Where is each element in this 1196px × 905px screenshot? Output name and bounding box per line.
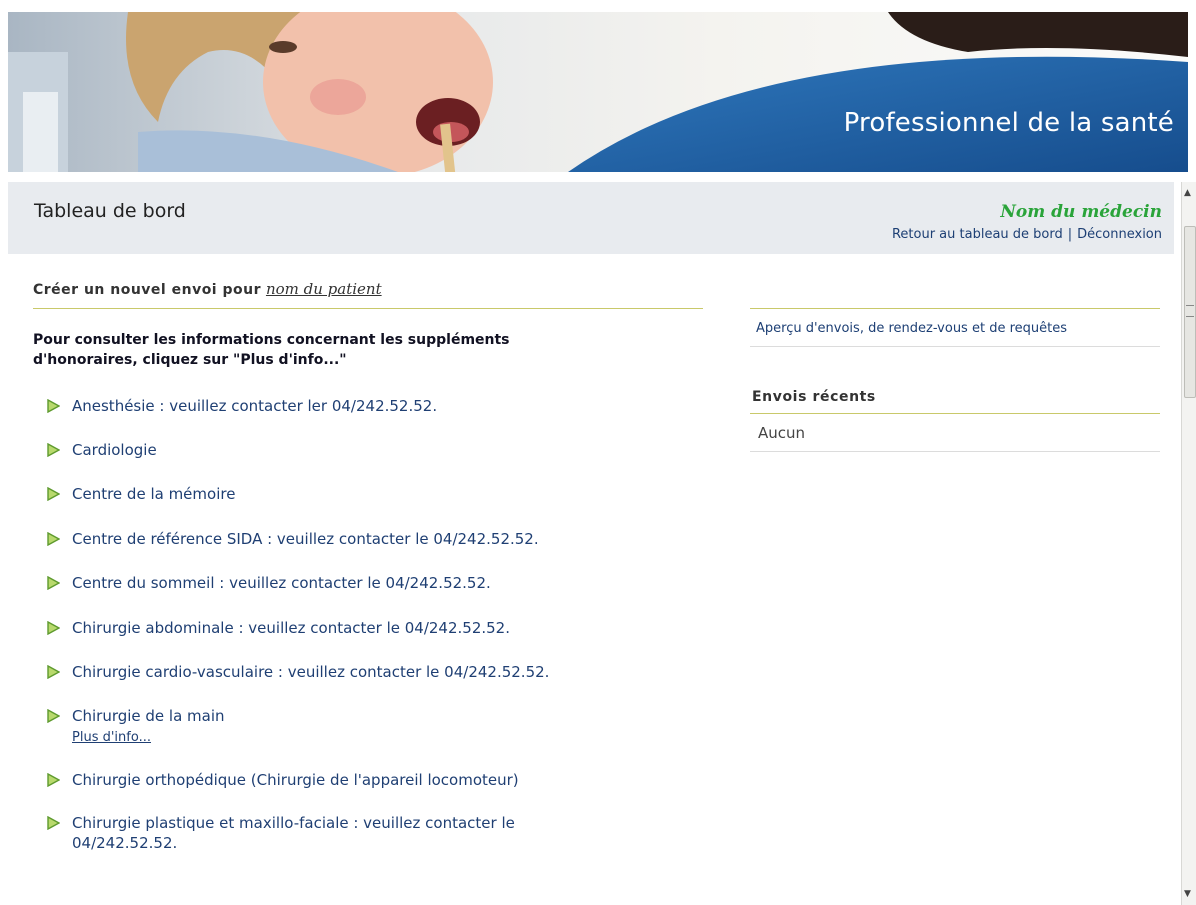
list-item[interactable]: Chirurgie abdominale : veuillez contacte…: [46, 618, 686, 638]
list-item[interactable]: Cardiologie: [46, 440, 686, 460]
vertical-scrollbar[interactable]: ▲ ▼: [1181, 182, 1196, 905]
scrollbar-grip-icon: [1186, 305, 1194, 317]
specialty-label[interactable]: Chirurgie abdominale : veuillez contacte…: [72, 619, 510, 637]
specialty-label[interactable]: Anesthésie : veuillez contacter ler 04/2…: [72, 397, 437, 415]
create-shipment-label: Créer un nouvel envoi pour: [33, 282, 261, 298]
specialty-label[interactable]: Centre de la mémoire: [72, 485, 235, 503]
list-item[interactable]: Chirurgie de la main Plus d'info...: [46, 706, 686, 748]
specialty-label[interactable]: Centre du sommeil : veuillez contacter l…: [72, 574, 491, 592]
specialty-label[interactable]: Centre de référence SIDA : veuillez cont…: [72, 530, 539, 548]
green-arrow-icon: [47, 773, 60, 787]
green-arrow-icon: [47, 399, 60, 413]
more-info-link[interactable]: Plus d'info...: [72, 728, 686, 748]
list-item[interactable]: Chirurgie cardio-vasculaire : veuillez c…: [46, 662, 686, 682]
list-item[interactable]: Centre de la mémoire: [46, 484, 686, 504]
recent-shipments-title: Envois récents: [750, 389, 1160, 414]
specialty-label[interactable]: Chirurgie plastique et maxillo-faciale :…: [72, 814, 515, 852]
create-shipment-heading: Créer un nouvel envoi pour nom du patien…: [33, 280, 703, 309]
scroll-up-arrow-icon[interactable]: ▲: [1184, 188, 1191, 198]
green-arrow-icon: [47, 487, 60, 501]
logout-link[interactable]: Déconnexion: [1077, 227, 1162, 242]
list-item[interactable]: Centre du sommeil : veuillez contacter l…: [46, 573, 686, 593]
specialty-label[interactable]: Chirurgie de la main: [72, 707, 225, 725]
patient-name-link[interactable]: nom du patient: [266, 280, 382, 298]
doctor-name: Nom du médecin: [1000, 202, 1162, 222]
overview-link[interactable]: Aperçu d'envois, de rendez-vous et de re…: [750, 309, 1160, 347]
green-arrow-icon: [47, 709, 60, 723]
dashboard-header: Tableau de bord Nom du médecin Retour au…: [8, 182, 1174, 254]
banner-photo: [8, 12, 1188, 172]
green-arrow-icon: [47, 576, 60, 590]
header-links: Retour au tableau de bord | Déconnexion: [892, 227, 1162, 242]
green-arrow-icon: [47, 532, 60, 546]
link-separator: |: [1067, 227, 1073, 242]
green-arrow-icon: [47, 816, 60, 830]
list-item[interactable]: Centre de référence SIDA : veuillez cont…: [46, 529, 686, 549]
list-item[interactable]: Chirurgie plastique et maxillo-faciale :…: [46, 813, 602, 853]
specialty-list: Anesthésie : veuillez contacter ler 04/2…: [46, 396, 686, 853]
green-arrow-icon: [47, 665, 60, 679]
right-sidebar: Aperçu d'envois, de rendez-vous et de re…: [750, 308, 1160, 452]
list-item[interactable]: Anesthésie : veuillez contacter ler 04/2…: [46, 396, 686, 416]
green-arrow-icon: [47, 621, 60, 635]
page-title: Tableau de bord: [34, 200, 186, 222]
recent-shipments-empty: Aucun: [750, 414, 1160, 452]
list-item[interactable]: Chirurgie orthopédique (Chirurgie de l'a…: [46, 770, 686, 790]
fees-info-text: Pour consulter les informations concerna…: [33, 332, 510, 368]
banner-title: Professionnel de la santé: [843, 108, 1174, 138]
specialty-label[interactable]: Chirurgie orthopédique (Chirurgie de l'a…: [72, 771, 519, 789]
scroll-down-arrow-icon[interactable]: ▼: [1184, 889, 1191, 899]
specialty-label[interactable]: Cardiologie: [72, 441, 157, 459]
header-banner: Professionnel de la santé: [8, 12, 1188, 172]
specialty-label[interactable]: Chirurgie cardio-vasculaire : veuillez c…: [72, 663, 549, 681]
back-to-dashboard-link[interactable]: Retour au tableau de bord: [892, 227, 1063, 242]
green-arrow-icon: [47, 443, 60, 457]
scrollbar-thumb[interactable]: [1184, 226, 1196, 398]
